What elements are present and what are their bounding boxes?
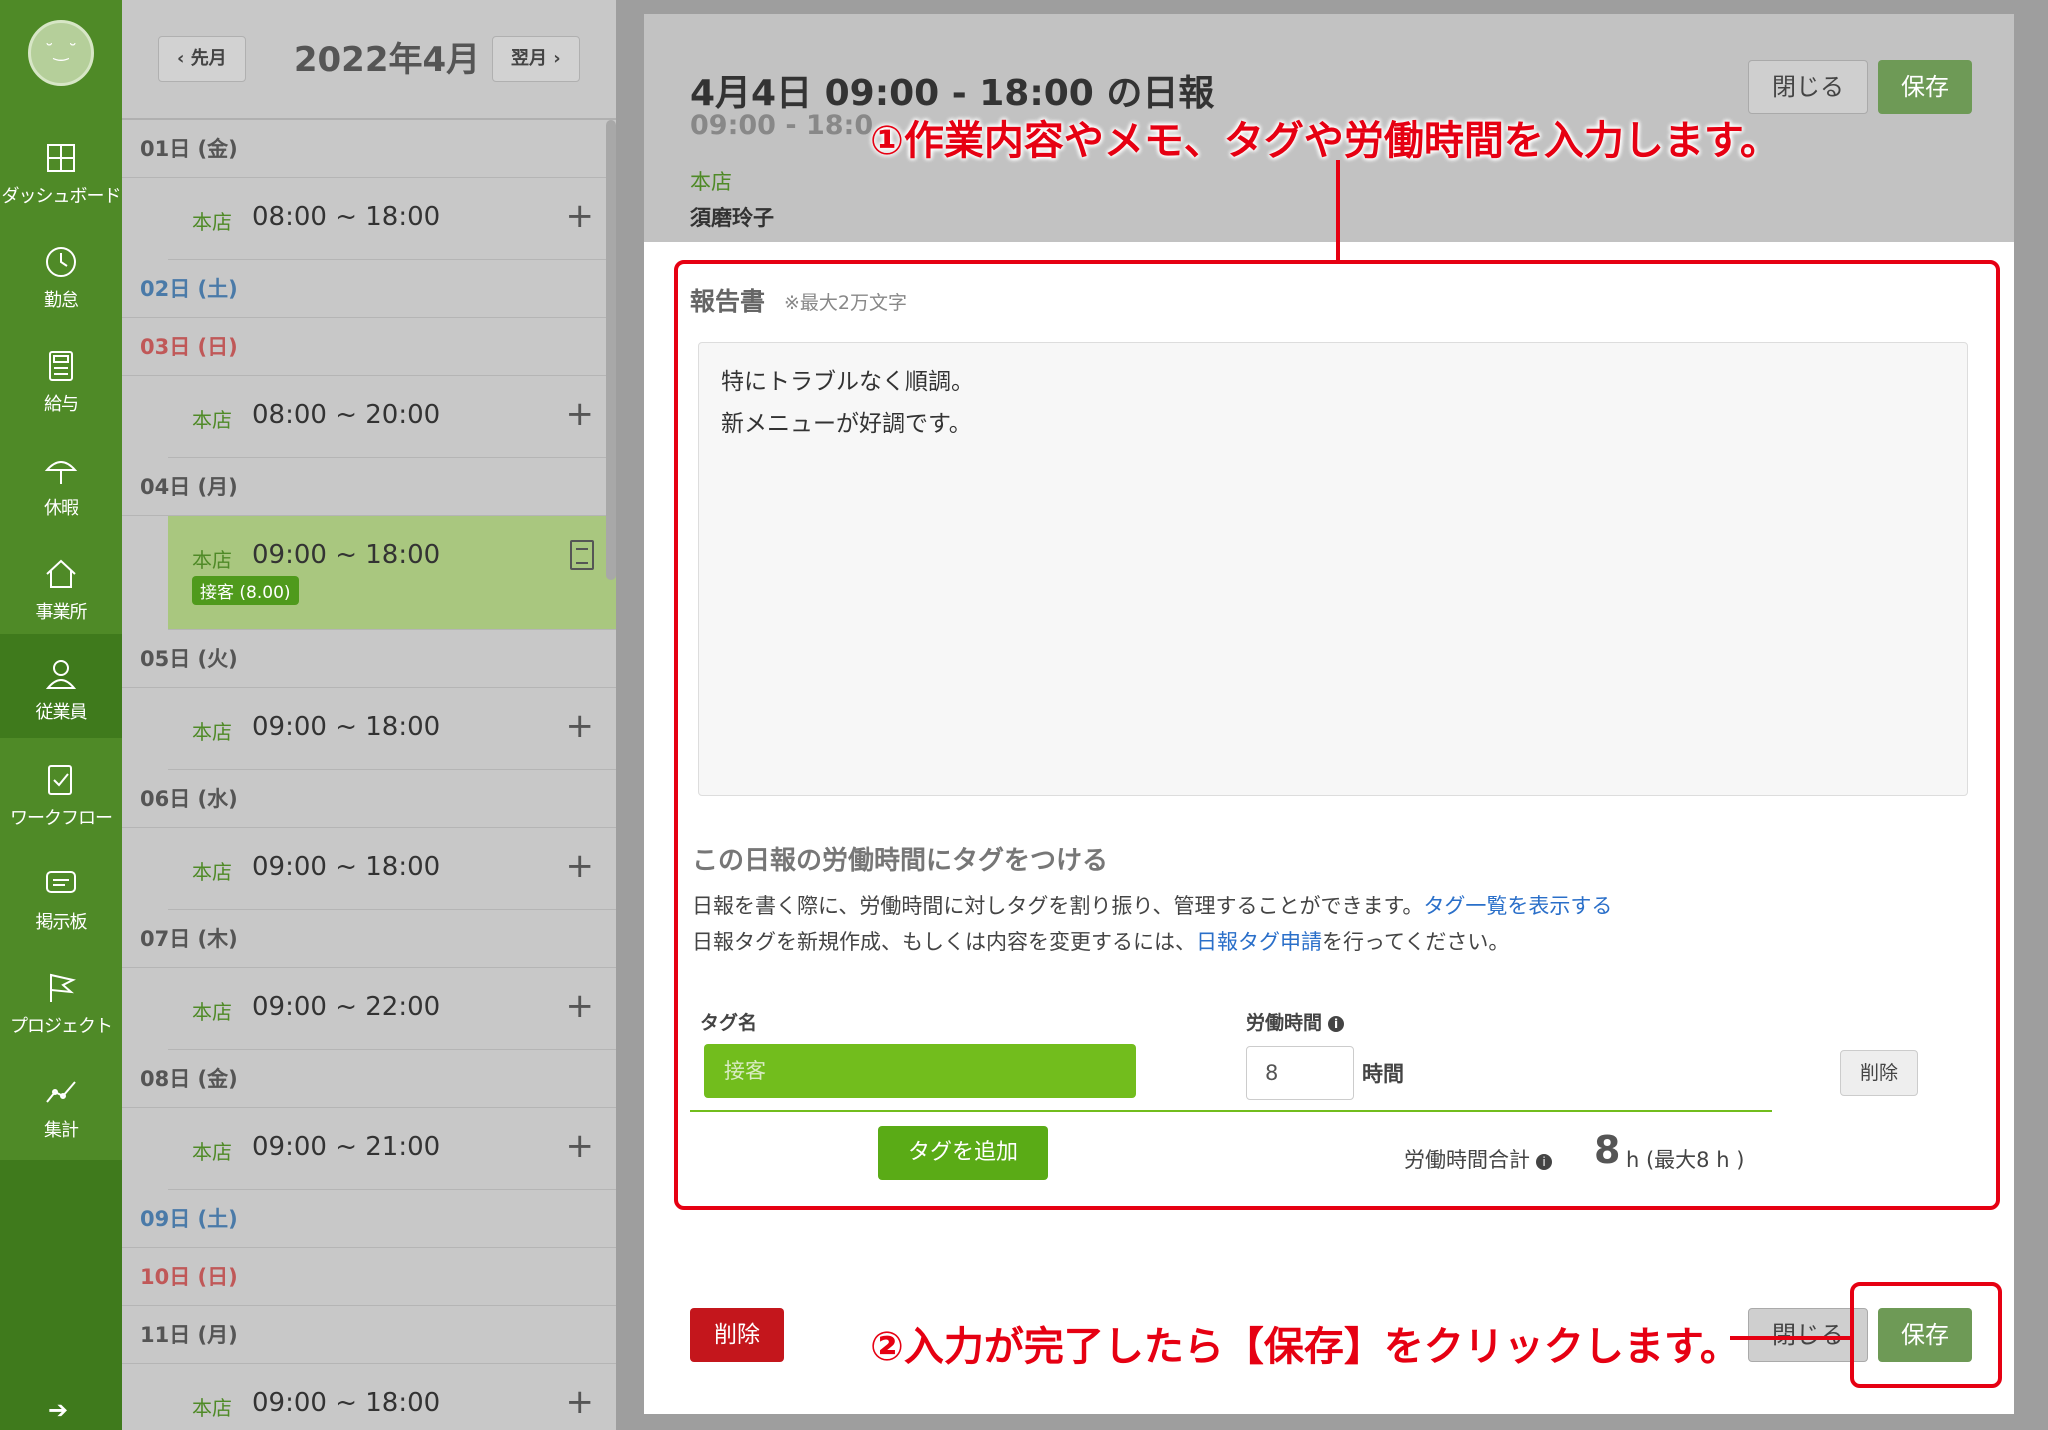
dashboard-icon xyxy=(43,140,79,176)
day-header: 03日 (日) xyxy=(122,318,616,376)
shift-row[interactable]: 本店 08:00 ~ 18:00 + xyxy=(168,178,616,260)
day-header: 08日 (金) xyxy=(122,1050,616,1108)
calendar-header: ‹ 先月 2022年4月 翌月 › xyxy=(122,0,616,120)
shift-location: 本店 xyxy=(192,1140,232,1164)
sidebar-item-label: 休暇 xyxy=(44,498,79,519)
day-header: 04日 (月) xyxy=(122,458,616,516)
clock-icon xyxy=(43,244,79,280)
annotation-note-1: ①作業内容やメモ、タグや労働時間を入力します。 xyxy=(870,118,1780,164)
save-button[interactable]: 保存 xyxy=(1878,60,1972,114)
add-report-icon[interactable]: + xyxy=(566,1382,595,1422)
day-header: 05日 (火) xyxy=(122,630,616,688)
sidebar-item-label: 事業所 xyxy=(35,602,88,623)
day-list: 01日 (金) 本店 08:00 ~ 18:00 +02日 (土) 03日 (日) 本店 0… xyxy=(122,120,616,1430)
sidebar-item-label: ダッシュボード xyxy=(1,186,122,207)
shift-time: 09:00 ~ 18:00 xyxy=(252,1388,441,1418)
sidebar-item-label: ワークフロー xyxy=(10,808,113,829)
sidebar-item-calculator[interactable]: 給与 xyxy=(0,326,122,430)
day-header: 02日 (土) xyxy=(122,260,616,318)
calculator-icon xyxy=(43,348,79,384)
shift-row[interactable]: 本店 09:00 ~ 18:00 + xyxy=(168,828,616,910)
day-header: 06日 (水) xyxy=(122,770,616,828)
shift-row[interactable]: 本店 08:00 ~ 20:00 + xyxy=(168,376,616,458)
shift-time: 09:00 ~ 22:00 xyxy=(252,992,441,1022)
modal-subtitle: 09:00 - 18:0 xyxy=(690,110,874,141)
day-header: 10日 (日) xyxy=(122,1248,616,1306)
sidebar-item-label: 掲示板 xyxy=(35,912,88,933)
logo[interactable] xyxy=(28,20,94,86)
message-icon xyxy=(43,866,79,902)
add-report-icon[interactable]: + xyxy=(566,394,595,434)
sidebar-item-clock[interactable]: 勤怠 xyxy=(0,222,122,326)
annotation-connector-2 xyxy=(1730,1336,1850,1340)
sidebar-item-label: 集計 xyxy=(44,1120,79,1141)
shift-time: 09:00 ~ 21:00 xyxy=(252,1132,441,1162)
person-icon xyxy=(43,656,79,692)
sidebar-bottom-zone xyxy=(0,1160,122,1430)
shift-location: 本店 xyxy=(192,408,232,432)
shift-time: 09:00 ~ 18:00 xyxy=(252,852,441,882)
shift-time: 08:00 ~ 18:00 xyxy=(252,202,441,232)
next-month-label: 翌月 xyxy=(511,48,547,69)
day-header: 07日 (木) xyxy=(122,910,616,968)
sidebar-item-checklist[interactable]: ワークフロー xyxy=(0,740,122,844)
shift-row[interactable]: 本店 09:00 ~ 18:00 + xyxy=(168,1364,616,1430)
shift-row[interactable]: 本店 09:00 ~ 21:00 + xyxy=(168,1108,616,1190)
prev-month-label: 先月 xyxy=(190,48,227,69)
add-report-icon[interactable]: + xyxy=(566,986,595,1026)
flag-icon xyxy=(43,970,79,1006)
scrollbar[interactable] xyxy=(606,120,616,580)
add-report-icon[interactable]: + xyxy=(566,196,595,236)
day-header: 01日 (金) xyxy=(122,120,616,178)
shift-location: 本店 xyxy=(192,210,232,234)
sidebar-item-chart[interactable]: 集計 xyxy=(0,1052,122,1156)
umbrella-icon xyxy=(43,452,79,488)
shift-time: 09:00 ~ 18:00 xyxy=(252,540,441,570)
shift-time: 09:00 ~ 18:00 xyxy=(252,712,441,742)
sidebar-item-label: 勤怠 xyxy=(44,290,79,311)
shift-row[interactable]: 本店 09:00 ~ 22:00 + xyxy=(168,968,616,1050)
sidebar-item-label: 給与 xyxy=(44,394,79,415)
annotation-note-2: ②入力が完了したら【保存】をクリックします。 xyxy=(870,1324,1740,1370)
day-header: 09日 (土) xyxy=(122,1190,616,1248)
shift-location: 本店 xyxy=(192,1000,232,1024)
sidebar-item-umbrella[interactable]: 休暇 xyxy=(0,430,122,534)
shift-row[interactable]: 本店 09:00 ~ 18:00 接客 (8.00) xyxy=(168,516,616,630)
shift-row[interactable]: 本店 09:00 ~ 18:00 + xyxy=(168,688,616,770)
checklist-icon xyxy=(43,762,79,798)
add-report-icon[interactable]: + xyxy=(566,846,595,886)
month-title: 2022年4月 xyxy=(293,40,481,80)
sidebar-item-label: 従業員 xyxy=(35,702,88,723)
shift-tag-badge: 接客 (8.00) xyxy=(192,576,299,605)
shift-location: 本店 xyxy=(192,1396,232,1420)
sidebar-item-label: プロジェクト xyxy=(10,1016,113,1037)
add-report-icon[interactable]: + xyxy=(566,1126,595,1166)
shift-time: 08:00 ~ 20:00 xyxy=(252,400,441,430)
add-report-icon[interactable]: + xyxy=(566,706,595,746)
annotation-box-save xyxy=(1850,1282,2002,1388)
day-header: 11日 (月) xyxy=(122,1306,616,1364)
annotation-box-form xyxy=(674,260,2000,1210)
report-doc-icon[interactable] xyxy=(570,540,594,570)
arrow-right-icon[interactable]: ➔ xyxy=(48,1396,68,1424)
sidebar: ダッシュボード勤怠給与休暇事業所従業員ワークフロー掲示板プロジェクト集計設定ヘル… xyxy=(0,0,122,1430)
prev-month-button[interactable]: ‹ 先月 xyxy=(158,36,246,82)
employee-name: 須磨玲子 xyxy=(690,206,774,230)
next-month-button[interactable]: 翌月 › xyxy=(492,36,580,82)
sidebar-item-message[interactable]: 掲示板 xyxy=(0,844,122,948)
close-button[interactable]: 閉じる xyxy=(1748,60,1868,114)
chart-icon xyxy=(43,1074,79,1110)
delete-report-button[interactable]: 削除 xyxy=(690,1308,784,1362)
store-name: 本店 xyxy=(690,170,732,194)
shift-location: 本店 xyxy=(192,720,232,744)
shift-location: 本店 xyxy=(192,860,232,884)
sidebar-item-home[interactable]: 事業所 xyxy=(0,534,122,638)
annotation-connector-1 xyxy=(1336,160,1340,260)
home-icon xyxy=(43,556,79,592)
sidebar-item-person[interactable]: 従業員 xyxy=(0,634,122,738)
sidebar-item-dashboard[interactable]: ダッシュボード xyxy=(0,118,122,222)
sidebar-item-flag[interactable]: プロジェクト xyxy=(0,948,122,1052)
calendar-panel: ‹ 先月 2022年4月 翌月 › 01日 (金) 本店 08:00 ~ 18:00… xyxy=(122,0,616,1430)
shift-location: 本店 xyxy=(192,548,232,572)
